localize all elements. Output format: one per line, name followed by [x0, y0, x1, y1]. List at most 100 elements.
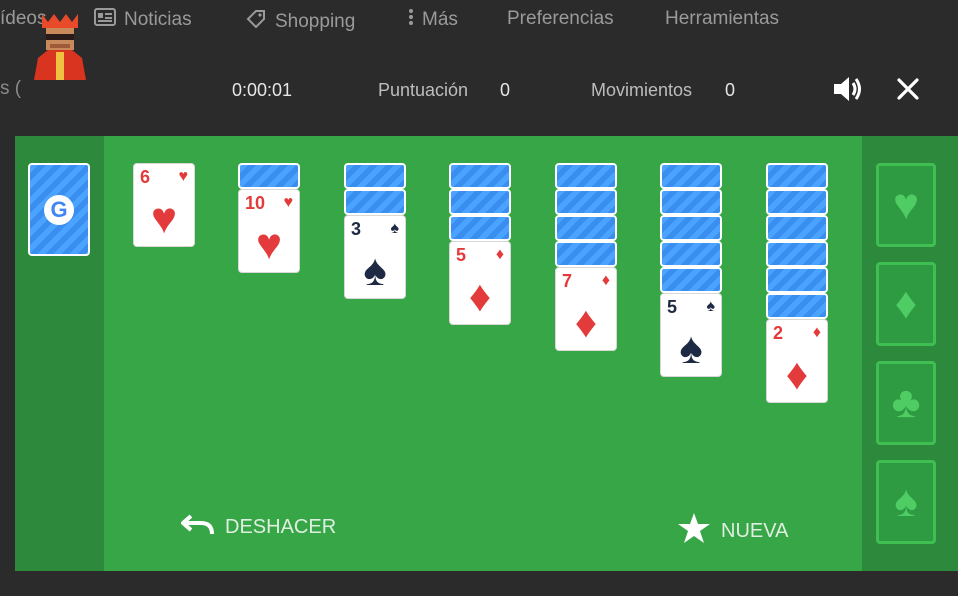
nav-preferencias[interactable]: Preferencias [507, 8, 614, 30]
card-face-down [449, 215, 511, 241]
nav-mas-label: Más [422, 9, 458, 30]
card-suit-small-icon: ♦ [812, 324, 821, 341]
card-face-down [344, 163, 406, 189]
card-face-down [344, 189, 406, 215]
card-face-down [766, 189, 828, 215]
background-fragment-text: s ( [0, 78, 22, 99]
foundation-suit-icon: ♣ [891, 378, 921, 427]
card-face-up[interactable]: 7 ♦ ♦ [555, 267, 617, 351]
star-icon [677, 512, 711, 550]
card-face-down [766, 215, 828, 241]
moves-label: Movimientos [591, 80, 693, 100]
card-face-down [555, 241, 617, 267]
card-face-down [660, 267, 722, 293]
new-game-button[interactable]: NUEVA [677, 512, 788, 550]
card-face-down [660, 215, 722, 241]
card-back-pattern [662, 217, 720, 239]
card-face-down [449, 189, 511, 215]
card-face-down [766, 293, 828, 319]
card-face-down [555, 215, 617, 241]
undo-label: DESHACER [225, 515, 337, 538]
card-face-up[interactable]: 2 ♦ ♦ [766, 319, 828, 403]
card-suit-large-icon: ♦ [574, 298, 598, 347]
card-face-up[interactable]: 3 ♠ ♠ [344, 215, 406, 299]
card-face-down [238, 163, 300, 189]
card-suit-small-icon: ♥ [178, 168, 189, 185]
card-back-pattern [662, 269, 720, 291]
tag-icon [245, 8, 267, 36]
card-back-pattern [768, 217, 826, 239]
nav-shopping[interactable]: Shopping [245, 8, 355, 36]
card-back-pattern [451, 165, 509, 187]
foundation-slot[interactable]: ♣ [876, 361, 936, 445]
foundation-slot[interactable]: ♥ [876, 163, 936, 247]
foundation-slot[interactable]: ♠ [876, 460, 936, 544]
nav-preferencias-label: Preferencias [507, 8, 614, 29]
card-face-down [449, 163, 511, 189]
card-back-pattern [346, 191, 404, 213]
card-suit-large-icon: ♦ [785, 350, 809, 399]
card-back-pattern [768, 295, 826, 317]
nav-herramientas[interactable]: Herramientas [665, 8, 779, 30]
card-back-pattern [451, 191, 509, 213]
card-suit-small-icon: ♦ [601, 272, 610, 289]
more-vert-icon [408, 8, 414, 32]
card-rank: 3 [351, 219, 362, 239]
card-back-pattern [662, 165, 720, 187]
card-face-down [555, 163, 617, 189]
nav-noticias[interactable]: Noticias [94, 8, 192, 32]
card-back-pattern [557, 243, 615, 265]
stock-pile[interactable]: G [28, 163, 90, 256]
card-suit-large-icon: ♥ [255, 220, 283, 269]
card-back-pattern [662, 191, 720, 213]
close-icon[interactable] [896, 77, 920, 106]
card-face-down [660, 189, 722, 215]
card-face-down [766, 163, 828, 189]
foundation-slot[interactable]: ♦ [876, 262, 936, 346]
card-suit-large-icon: ♠ [363, 246, 387, 295]
google-logo-icon: G [44, 194, 74, 225]
undo-button[interactable]: DESHACER [181, 512, 336, 542]
card-back-pattern [768, 269, 826, 291]
card-back-pattern [768, 165, 826, 187]
card-face-down [660, 163, 722, 189]
score-value: 0 [500, 80, 511, 100]
card-suit-large-icon: ♠ [679, 324, 703, 373]
card-face-down [766, 267, 828, 293]
card-face-up[interactable]: 5 ♠ ♠ [660, 293, 722, 377]
card-rank: 5 [667, 297, 678, 317]
foundation-suit-icon: ♠ [894, 477, 918, 526]
card-back-pattern [557, 217, 615, 239]
nav-shopping-label: Shopping [275, 11, 356, 32]
card-suit-large-icon: ♦ [468, 272, 492, 321]
new-game-label: NUEVA [721, 519, 789, 542]
card-back-pattern [768, 243, 826, 265]
news-icon [94, 8, 116, 32]
moves-value: 0 [725, 80, 736, 100]
score-label: Puntuación [378, 80, 469, 100]
card-face-down [555, 189, 617, 215]
card-rank: 10 [245, 193, 266, 213]
card-back-pattern [451, 217, 509, 239]
card-suit-large-icon: ♥ [150, 194, 178, 243]
card-face-up[interactable]: 6 ♥ ♥ [133, 163, 195, 247]
google-nav: ídeos Noticias Shopping Más Preferencias… [0, 0, 958, 40]
card-rank: 2 [773, 323, 784, 343]
card-suit-small-icon: ♠ [706, 298, 716, 315]
sound-icon[interactable] [832, 74, 864, 109]
card-suit-small-icon: ♠ [390, 220, 400, 237]
player-avatar-icon [28, 14, 92, 80]
card-face-down [660, 241, 722, 267]
undo-icon [181, 512, 215, 542]
timer: 0:00:01 [232, 80, 293, 100]
card-back-pattern [240, 165, 298, 187]
foundation-suit-icon: ♥ [892, 180, 920, 229]
nav-mas[interactable]: Más [408, 8, 458, 32]
card-back-pattern [768, 191, 826, 213]
card-back-pattern: G [30, 165, 88, 254]
card-face-up[interactable]: 10 ♥ ♥ [238, 189, 300, 273]
card-back-pattern [346, 165, 404, 187]
card-back-pattern [557, 165, 615, 187]
foundation-suit-icon: ♦ [894, 279, 918, 328]
card-face-up[interactable]: 5 ♦ ♦ [449, 241, 511, 325]
